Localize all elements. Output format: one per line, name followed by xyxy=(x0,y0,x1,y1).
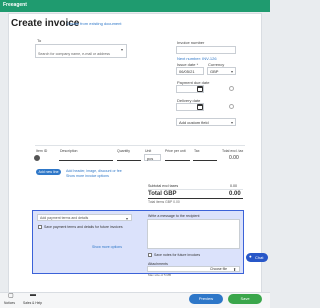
total-label: Total GBP xyxy=(148,191,177,197)
show-more-invoice-options-link[interactable]: Show more invoice options xyxy=(66,174,109,178)
column-quantity: Quantity xyxy=(117,149,131,153)
payment-terms-select[interactable]: Add payment terms and details ▾ xyxy=(37,214,132,221)
upload-icon: ⬆ xyxy=(233,268,237,272)
add-custom-field-label: Add custom field xyxy=(179,120,209,125)
column-item-id: Item ID xyxy=(36,149,48,153)
chevron-down-icon: ▾ xyxy=(231,120,234,125)
unit-select[interactable]: pcs xyxy=(144,154,161,161)
file-note: Max size of 5 MB xyxy=(148,273,172,277)
chevron-down-icon: ▾ xyxy=(121,47,124,52)
calendar-icon[interactable] xyxy=(197,104,203,110)
currency-value: GBP xyxy=(210,69,219,74)
description-input[interactable] xyxy=(59,160,113,161)
total-value: 0.00 xyxy=(229,191,241,197)
save-notes-label: Save notes for future invoices xyxy=(154,253,201,257)
invoice-number-input[interactable] xyxy=(176,46,236,54)
help-icon[interactable] xyxy=(229,104,234,109)
issue-date-input[interactable]: 06/05/21 xyxy=(176,67,204,75)
invoice-number-label: Invoice number xyxy=(177,40,205,45)
subtotal-label: Subtotal excl taxes xyxy=(148,184,179,188)
line-items-divider xyxy=(35,145,245,146)
payment-terms-placeholder: Add payment terms and details xyxy=(40,216,89,220)
total-note: Total items GBP 0.00 xyxy=(148,200,180,204)
chat-bubble-icon: ● xyxy=(249,254,252,259)
summary-divider xyxy=(148,189,243,190)
subtotal-value: 0.00 xyxy=(230,184,237,188)
column-price: Price per unit xyxy=(165,149,186,153)
message-label: Write a message to the recipient xyxy=(148,214,200,218)
save-terms-label: Save payment terms and details for futur… xyxy=(44,225,123,229)
save-button[interactable]: Save xyxy=(228,294,262,304)
app-topbar: Freeagent xyxy=(0,0,270,12)
chat-button[interactable]: ● Chat xyxy=(246,253,268,262)
to-field[interactable]: Search for company name, e-mail or addre… xyxy=(35,44,127,58)
bottom-nav-notices[interactable]: Notices xyxy=(4,301,15,305)
price-input[interactable] xyxy=(165,160,190,161)
to-label: To xyxy=(37,38,42,43)
next-number-link[interactable]: Next number: INV-126 xyxy=(177,56,217,61)
preview-button[interactable]: Preview xyxy=(189,294,223,304)
chevron-down-icon: ▾ xyxy=(231,69,234,74)
column-total: Total excl. tax xyxy=(222,149,244,153)
bottom-nav-help[interactable]: Sales & Help xyxy=(23,301,42,305)
choose-file-button[interactable]: Choose file xyxy=(210,267,227,271)
currency-select[interactable]: GBP ▾ xyxy=(207,67,236,75)
column-tax: Tax xyxy=(194,149,200,153)
calendar-icon[interactable] xyxy=(197,86,203,92)
chevron-down-icon: ▾ xyxy=(126,216,129,221)
total-underline xyxy=(148,198,243,199)
show-more-options-link[interactable]: Show more options xyxy=(92,245,122,249)
remove-line-icon[interactable] xyxy=(34,155,40,161)
add-line-button[interactable]: Add new line xyxy=(36,169,61,175)
message-textarea[interactable] xyxy=(147,219,240,249)
create-from-existing-link[interactable]: Create from existing document xyxy=(67,21,121,26)
add-header-link[interactable]: Add header, image, discount or fee xyxy=(66,169,122,173)
help-icon[interactable] xyxy=(229,86,234,91)
help-folder-icon[interactable]: ▬ xyxy=(30,292,36,298)
column-unit: Unit xyxy=(145,149,152,153)
tax-select[interactable] xyxy=(193,160,217,161)
save-notes-checkbox[interactable] xyxy=(148,253,152,257)
to-placeholder: Search for company name, e-mail or addre… xyxy=(38,52,110,56)
unit-value: pcs xyxy=(147,156,154,161)
notices-icon[interactable]: ▢ xyxy=(8,292,14,299)
app-brand: Freeagent xyxy=(3,2,27,8)
quantity-input[interactable] xyxy=(117,160,141,161)
attachment-input[interactable]: Choose file ⬆ xyxy=(147,266,240,272)
line-total: 0.00 xyxy=(229,155,239,161)
issue-date-value: 06/05/21 xyxy=(179,69,195,74)
chat-label: Chat xyxy=(255,255,264,260)
save-terms-checkbox[interactable] xyxy=(38,225,42,229)
column-description: Description xyxy=(60,149,78,153)
add-custom-field-select[interactable]: Add custom field ▾ xyxy=(176,118,236,126)
